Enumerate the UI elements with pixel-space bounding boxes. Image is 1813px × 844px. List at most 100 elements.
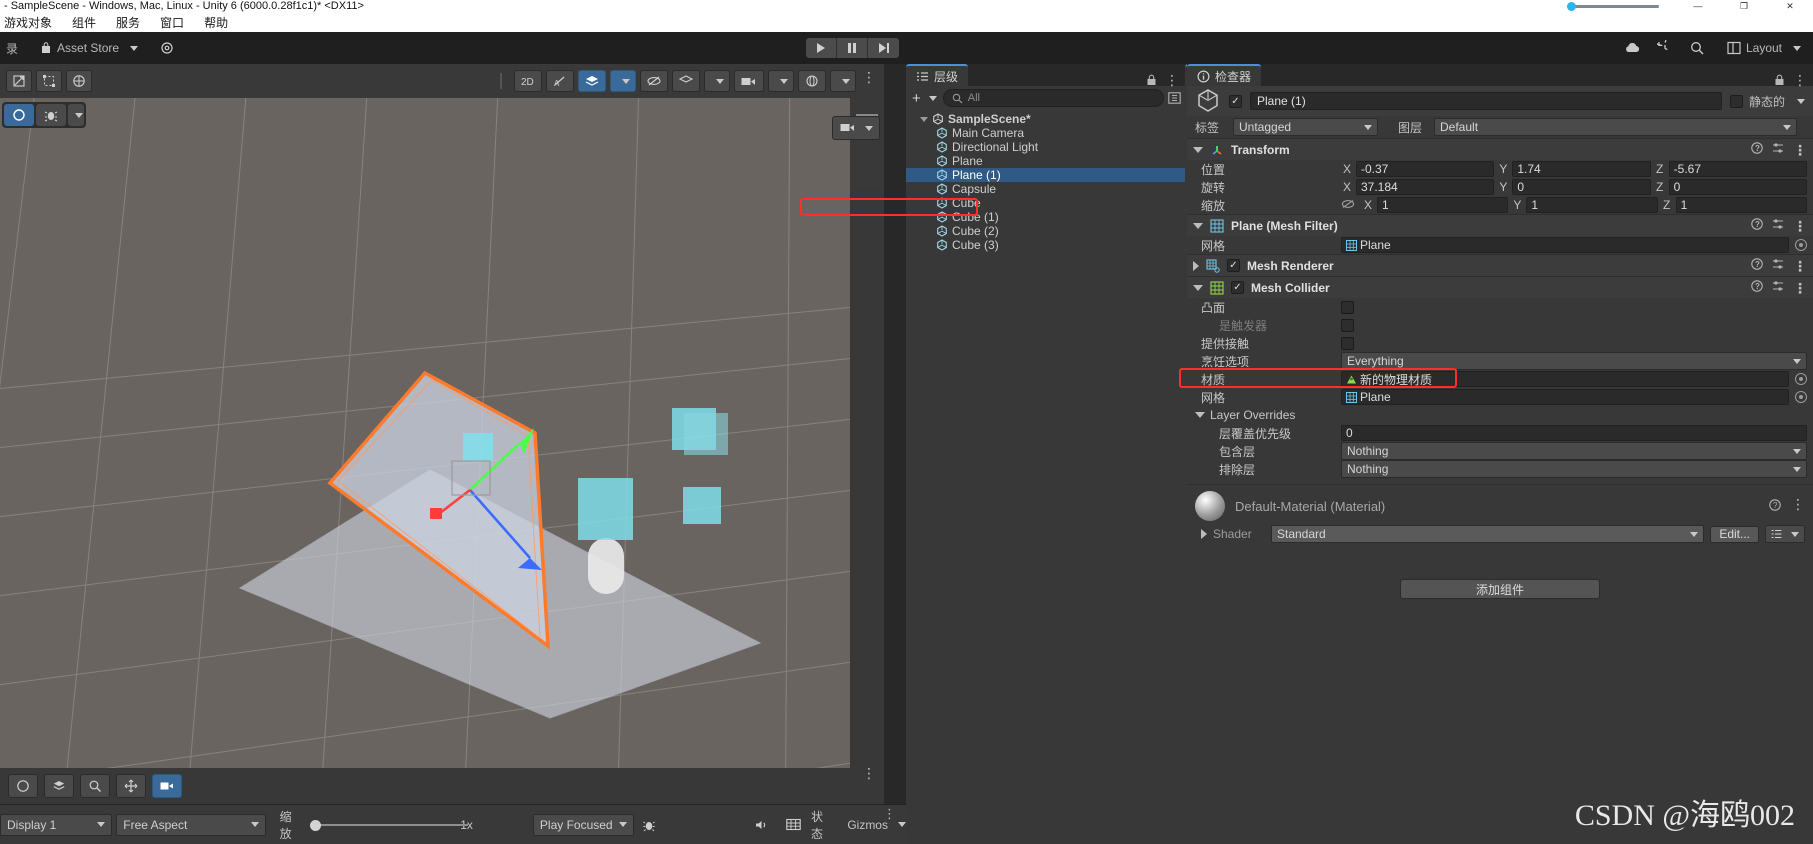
- move-tool-button[interactable]: [6, 70, 32, 92]
- help-icon[interactable]: ?: [1769, 498, 1781, 514]
- z-input[interactable]: 0: [1668, 179, 1807, 195]
- scene-camera-button[interactable]: [832, 116, 880, 140]
- maximize-button[interactable]: ❐: [1721, 0, 1767, 12]
- menu-item-window[interactable]: 窗口: [160, 14, 184, 31]
- title-slider[interactable]: [1565, 2, 1660, 11]
- x-input[interactable]: 37.184: [1356, 179, 1495, 195]
- audio-toggle-button[interactable]: 2D: [514, 70, 542, 92]
- move-overlay-button[interactable]: [116, 774, 146, 798]
- lock-icon[interactable]: [1146, 74, 1157, 86]
- bug-icon[interactable]: [642, 818, 656, 832]
- menu-item-gameobject[interactable]: 游戏对象: [4, 14, 52, 31]
- fx-toggle-button[interactable]: A: [546, 70, 574, 92]
- checkbox-field[interactable]: [1341, 318, 1354, 332]
- layout-button[interactable]: Layout: [1721, 38, 1807, 58]
- tab-hierarchy[interactable]: 层级: [906, 64, 969, 86]
- play-button[interactable]: [806, 38, 837, 58]
- dropdown-field[interactable]: Everything: [1341, 352, 1807, 370]
- shader-dropdown[interactable]: Standard: [1271, 525, 1705, 543]
- chevron-down-icon[interactable]: [1193, 146, 1203, 153]
- x-input[interactable]: 1: [1377, 197, 1509, 213]
- tag-dropdown[interactable]: Untagged: [1233, 118, 1378, 136]
- camera-settings-button[interactable]: [734, 70, 764, 92]
- hierarchy-item[interactable]: Directional Light: [906, 140, 1185, 154]
- checkbox-field[interactable]: [1341, 336, 1354, 350]
- hierarchy-scene-root[interactable]: SampleScene*: [906, 112, 1185, 126]
- hierarchy-item[interactable]: Capsule: [906, 182, 1185, 196]
- cloud-icon[interactable]: [1623, 41, 1641, 55]
- object-picker-icon[interactable]: [1795, 373, 1807, 385]
- chevron-down-icon[interactable]: [1797, 98, 1805, 104]
- gameobject-enabled-checkbox[interactable]: ✓: [1229, 94, 1242, 108]
- gizmos-chevron-down-icon[interactable]: [897, 822, 906, 827]
- component-header[interactable]: ✓ Mesh Collider? ⋮: [1187, 276, 1813, 298]
- static-toggle[interactable]: 静态的: [1729, 93, 1805, 110]
- scene-panel-menu-icon[interactable]: ⋮: [862, 70, 876, 84]
- component-header[interactable]: Plane (Mesh Filter)? ⋮: [1187, 214, 1813, 236]
- help-icon[interactable]: ?: [1751, 258, 1763, 273]
- preset-icon[interactable]: [1772, 280, 1784, 295]
- gizmos-label[interactable]: Gizmos: [847, 818, 888, 832]
- debug-draw-dropdown[interactable]: [68, 104, 84, 126]
- chevron-down-icon[interactable]: [1193, 222, 1203, 229]
- number-input[interactable]: 0: [1341, 425, 1807, 441]
- chevron-down-icon[interactable]: [1193, 284, 1203, 291]
- tab-inspector[interactable]: 检查器: [1187, 64, 1262, 86]
- hierarchy-item[interactable]: Cube: [906, 196, 1185, 210]
- hierarchy-search-input[interactable]: All: [942, 89, 1164, 107]
- history-icon[interactable]: [1656, 40, 1673, 56]
- layers-dropdown-button[interactable]: [610, 70, 636, 92]
- component-header[interactable]: Transform? ⋮: [1187, 138, 1813, 160]
- scale-slider-knob[interactable]: [309, 819, 321, 831]
- link-off-icon[interactable]: [1341, 198, 1355, 213]
- inspector-menu-icon[interactable]: ⋮: [1793, 73, 1807, 87]
- component-menu-icon[interactable]: ⋮: [1793, 281, 1807, 295]
- preset-icon[interactable]: [1772, 218, 1784, 233]
- hierarchy-item[interactable]: Cube (2): [906, 224, 1185, 238]
- game-bar-menu-icon[interactable]: ⋮: [883, 807, 896, 820]
- grid-visibility-button[interactable]: [672, 70, 700, 92]
- search-icon[interactable]: [1689, 40, 1705, 56]
- camera-overlay-button[interactable]: [152, 774, 182, 798]
- hierarchy-item[interactable]: Plane (1): [906, 168, 1185, 182]
- hidden-objects-button[interactable]: [640, 70, 668, 92]
- layer-dropdown[interactable]: Default: [1434, 118, 1797, 136]
- view-tool-button[interactable]: [8, 774, 38, 798]
- y-input[interactable]: 1.74: [1512, 161, 1651, 177]
- hierarchy-item[interactable]: Plane: [906, 154, 1185, 168]
- title-slider-knob[interactable]: [1567, 2, 1576, 11]
- object-picker-icon[interactable]: [1795, 239, 1807, 251]
- chevron-right-icon[interactable]: [1201, 529, 1207, 539]
- shading-mode-button[interactable]: [4, 104, 34, 126]
- grid-dropdown-button[interactable]: [704, 70, 730, 92]
- debug-draw-button[interactable]: [36, 104, 66, 126]
- preset-icon[interactable]: [1772, 142, 1784, 157]
- y-input[interactable]: 0: [1512, 179, 1651, 195]
- hierarchy-item[interactable]: Main Camera: [906, 126, 1185, 140]
- gizmo-dropdown-button[interactable]: [830, 70, 856, 92]
- z-input[interactable]: 1: [1675, 197, 1807, 213]
- menu-item-component[interactable]: 组件: [72, 14, 96, 31]
- account-button[interactable]: 录: [0, 38, 24, 58]
- component-enabled-checkbox[interactable]: ✓: [1227, 259, 1240, 272]
- settings-gear-button[interactable]: [154, 38, 180, 58]
- minimize-button[interactable]: —: [1675, 0, 1721, 12]
- preset-icon[interactable]: [1772, 258, 1784, 273]
- y-input[interactable]: 1: [1526, 197, 1658, 213]
- aspect-dropdown[interactable]: Free Aspect: [116, 813, 266, 836]
- scale-slider[interactable]: [308, 818, 468, 832]
- x-input[interactable]: -0.37: [1356, 161, 1495, 177]
- object-picker-icon[interactable]: [1795, 391, 1807, 403]
- help-icon[interactable]: ?: [1751, 218, 1763, 233]
- object-field[interactable]: 新的物理材质: [1341, 371, 1789, 387]
- object-field[interactable]: Plane: [1341, 237, 1789, 253]
- close-button[interactable]: ✕: [1767, 0, 1813, 12]
- display-dropdown[interactable]: Display 1: [0, 813, 113, 836]
- shader-edit-button[interactable]: Edit...: [1710, 525, 1759, 543]
- pause-button[interactable]: [837, 38, 868, 58]
- rect-tool-button[interactable]: [36, 70, 62, 92]
- component-menu-icon[interactable]: ⋮: [1793, 143, 1807, 157]
- dropdown-field[interactable]: Nothing: [1341, 460, 1807, 478]
- chevron-right-icon[interactable]: [1193, 260, 1199, 271]
- hierarchy-item[interactable]: Cube (1): [906, 210, 1185, 224]
